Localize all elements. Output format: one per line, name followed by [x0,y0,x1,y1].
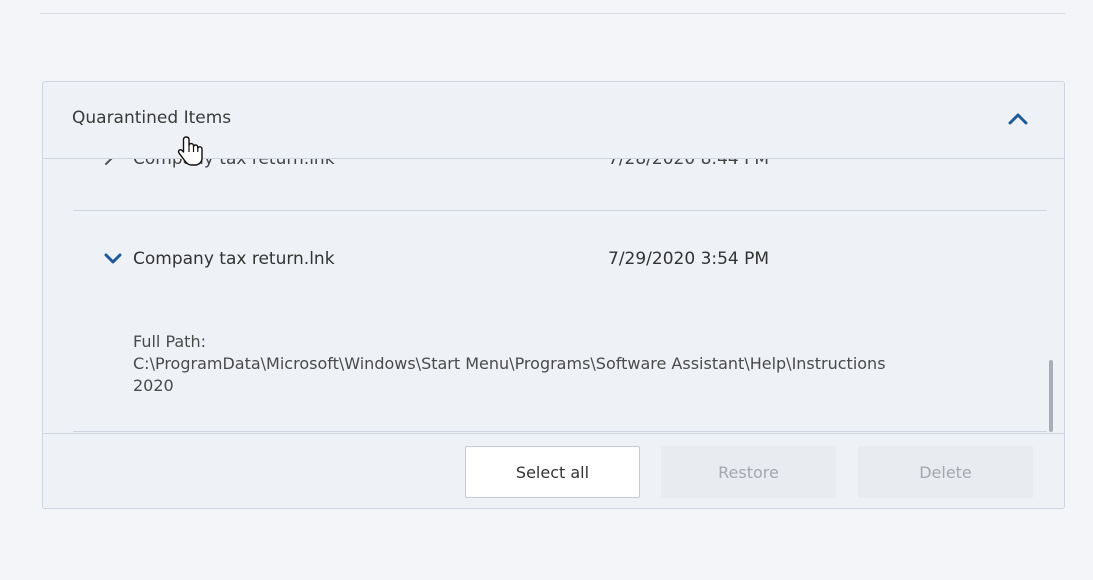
full-path-value: C:\ProgramData\Microsoft\Windows\Start M… [133,354,886,395]
top-divider [40,13,1065,14]
list-item-expanded[interactable]: Company tax return.lnk 7/29/2020 3:54 PM [103,246,1003,276]
row-divider [73,210,1047,211]
panel-title: Quarantined Items [72,108,232,128]
list-item[interactable]: Company tax return.lnk 7/28/2020 8:44 PM [103,159,1003,177]
quarantine-list[interactable]: Company tax return.lnk 7/28/2020 8:44 PM… [43,159,1064,432]
item-date: 7/29/2020 3:54 PM [608,249,770,269]
scrollbar-thumb[interactable] [1049,360,1053,432]
row-divider [73,431,1047,432]
hand-pointer-icon [177,136,203,166]
item-details: Full Path: C:\ProgramData\Microsoft\Wind… [133,331,893,397]
select-all-button[interactable]: Select all [465,446,640,498]
full-path-label: Full Path: [133,332,206,351]
item-name: Company tax return.lnk [133,249,335,269]
item-date: 7/28/2020 8:44 PM [608,159,770,169]
panel-footer: Select all Restore Delete [43,433,1064,508]
chevron-down-icon[interactable] [103,252,123,266]
chevron-up-icon [1008,113,1028,125]
chevron-right-icon[interactable] [103,159,117,167]
restore-button[interactable]: Restore [661,446,836,498]
delete-button[interactable]: Delete [858,446,1033,498]
item-name: Company tax return.lnk [133,159,335,169]
collapse-button[interactable] [1005,106,1031,132]
